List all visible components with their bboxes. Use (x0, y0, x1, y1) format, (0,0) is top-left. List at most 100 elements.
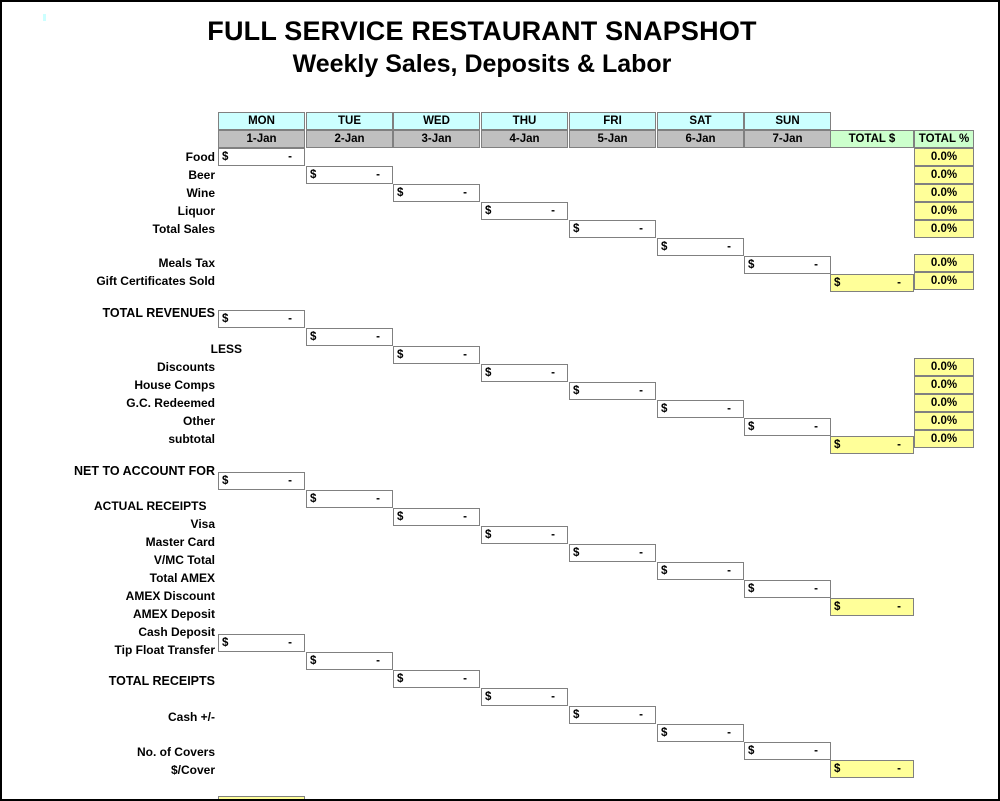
currency-symbol: $ (397, 511, 404, 523)
data-cell[interactable]: $- (569, 544, 656, 562)
data-cell[interactable]: $- (744, 256, 831, 274)
data-cell[interactable]: $- (393, 184, 480, 202)
cell-value: - (897, 601, 901, 613)
cell-value: - (814, 583, 818, 595)
row-label: subtotal (168, 432, 215, 446)
cell-value: - (463, 187, 467, 199)
cell-value: - (814, 421, 818, 433)
total-percent-cell[interactable]: 0.0% (914, 148, 974, 166)
data-cell[interactable]: $- (657, 238, 744, 256)
total-percent-cell[interactable]: 0.0% (914, 202, 974, 220)
less-section-header: LESS (210, 342, 242, 356)
row-label: Tip Float Transfer (114, 643, 215, 657)
actual-receipts-section-header: ACTUAL RECEIPTS (94, 499, 207, 513)
cell-value: - (551, 367, 555, 379)
cell-value: - (814, 259, 818, 271)
column-header-day-fri: FRI (569, 112, 656, 130)
data-cell[interactable]: $- (657, 400, 744, 418)
row-label: Gift Certificates Sold (96, 274, 215, 288)
cell-value: - (463, 511, 467, 523)
column-header-day-sat: SAT (657, 112, 744, 130)
data-cell[interactable]: $- (393, 508, 480, 526)
total-percent-cell[interactable]: 0.0% (914, 430, 974, 448)
total-percent-cell[interactable]: 0.0% (914, 272, 974, 290)
currency-symbol: $ (222, 797, 228, 799)
total-percent-cell[interactable]: 0.0% (914, 166, 974, 184)
total-percent-cell[interactable]: 0.0% (914, 412, 974, 430)
cell-value: - (288, 797, 292, 799)
worksheet-grid: MON 1-Jan TUE 2-Jan WED 3-Jan THU 4-Jan FRI 5-Jan… (2, 2, 998, 799)
data-cell[interactable]: $- (306, 490, 393, 508)
data-cell[interactable]: $- (657, 724, 744, 742)
data-cell[interactable]: $- (306, 328, 393, 346)
total-dollar-cell[interactable]: $ - (830, 598, 914, 616)
cell-value: - (463, 673, 467, 685)
row-label: Cash +/- (167, 710, 215, 724)
currency-symbol: $ (834, 763, 841, 775)
row-label: Other (182, 414, 215, 428)
cell-value: - (814, 745, 818, 757)
column-header-day-thu: THU (481, 112, 568, 130)
data-cell[interactable]: $- (218, 472, 305, 490)
cell-value: - (376, 655, 380, 667)
cell-value: - (639, 385, 643, 397)
currency-symbol: $ (573, 547, 580, 559)
cell-value: - (727, 565, 731, 577)
data-cell[interactable]: $- (306, 652, 393, 670)
data-cell[interactable]: $- (393, 670, 480, 688)
data-cell[interactable]: $- (306, 166, 393, 184)
cell-value: - (897, 439, 901, 451)
data-cell[interactable]: $- (393, 346, 480, 364)
data-cell[interactable]: $- (569, 706, 656, 724)
row-label: NET TO ACCOUNT FOR (74, 464, 215, 478)
data-cell[interactable]: $- (569, 220, 656, 238)
total-percent-cell[interactable]: 0.0% (914, 376, 974, 394)
data-cell[interactable]: $- (744, 580, 831, 598)
data-cell[interactable]: $- (744, 742, 831, 760)
data-cell[interactable]: $- (481, 688, 568, 706)
cell-value: - (288, 313, 292, 325)
data-cell[interactable]: $- (218, 796, 305, 799)
cell-value: - (376, 169, 380, 181)
row-label: Beer (188, 168, 215, 182)
cell-value: - (897, 277, 901, 289)
data-cell[interactable]: $- (569, 382, 656, 400)
data-cell[interactable]: $- (657, 562, 744, 580)
cell-value: - (463, 349, 467, 361)
row-label: TOTAL REVENUES (102, 306, 215, 320)
total-percent-cell[interactable]: 0.0% (914, 220, 974, 238)
row-label: AMEX Deposit (132, 607, 215, 621)
column-header-date-wed: 3-Jan (393, 130, 480, 148)
cell-value: - (376, 331, 380, 343)
total-dollar-cell[interactable]: $ - (830, 274, 914, 292)
currency-symbol: $ (222, 313, 229, 325)
row-label: Liquor (177, 204, 215, 218)
data-cell[interactable]: $- (744, 418, 831, 436)
column-header-total-dollar: TOTAL $ (830, 130, 914, 148)
total-dollar-cell[interactable]: $ - (830, 760, 914, 778)
total-percent-cell[interactable]: 0.0% (914, 184, 974, 202)
currency-symbol: $ (748, 745, 755, 757)
data-cell[interactable]: $- (481, 364, 568, 382)
data-cell[interactable]: $- (218, 310, 305, 328)
row-label: Master Card (145, 535, 215, 549)
total-percent-cell[interactable]: 0.0% (914, 394, 974, 412)
row-label: Visa (190, 517, 215, 531)
cell-value: - (639, 547, 643, 559)
data-cell[interactable]: $- (218, 148, 305, 166)
data-cell[interactable]: $- (481, 202, 568, 220)
total-percent-cell[interactable]: 0.0% (914, 358, 974, 376)
column-header-date-tue: 2-Jan (306, 130, 393, 148)
currency-symbol: $ (661, 241, 668, 253)
row-label: Wine (186, 186, 215, 200)
total-percent-cell[interactable]: 0.0% (914, 254, 974, 272)
currency-symbol: $ (310, 169, 317, 181)
data-cell[interactable]: $- (218, 634, 305, 652)
data-cell[interactable]: $- (481, 526, 568, 544)
row-label: V/MC Total (153, 553, 215, 567)
row-label: House Comps (134, 378, 215, 392)
cell-value: - (727, 241, 731, 253)
total-dollar-cell[interactable]: $ - (830, 436, 914, 454)
currency-symbol: $ (573, 385, 580, 397)
currency-symbol: $ (834, 277, 841, 289)
